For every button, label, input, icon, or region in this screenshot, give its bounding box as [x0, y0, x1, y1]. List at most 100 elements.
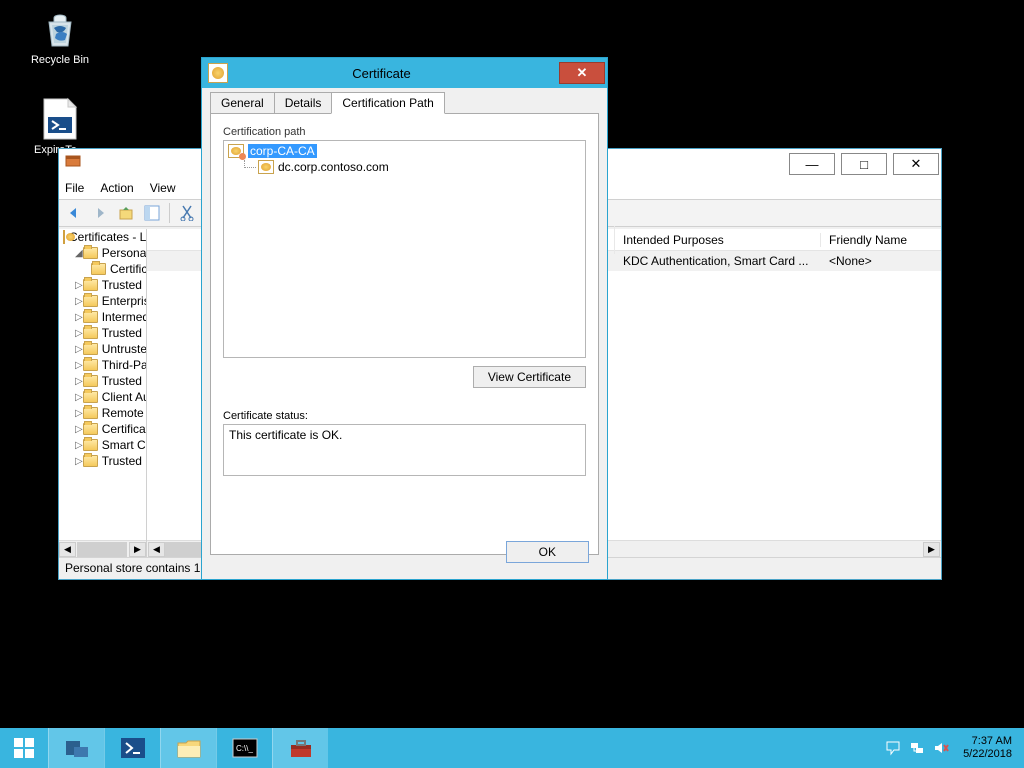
folder-icon: [83, 423, 98, 435]
tree-node[interactable]: ▷Trusted Root Cer: [59, 277, 146, 293]
expand-icon[interactable]: ▷: [75, 376, 83, 387]
tree-node[interactable]: ▷ Untrusted Certific: [59, 341, 146, 357]
folder-icon: [83, 327, 98, 339]
tree-node[interactable]: ▷ Intermediate Cer: [59, 309, 146, 325]
cut-button[interactable]: [176, 202, 198, 224]
expand-icon[interactable]: ▷: [75, 360, 83, 371]
tree-node[interactable]: ▷Client Authentica: [59, 389, 146, 405]
certificate-icon: [258, 160, 274, 174]
tree-label: Untrusted Certific: [102, 342, 147, 356]
action-center-icon[interactable]: [885, 740, 901, 756]
expand-icon[interactable]: ▷: [75, 344, 83, 355]
tree-horizontal-scrollbar[interactable]: ◀ ▶: [59, 540, 146, 557]
collapse-icon[interactable]: ◢: [75, 248, 83, 259]
volume-muted-icon[interactable]: [933, 740, 949, 756]
tree-node[interactable]: ▷Trusted Publisher: [59, 325, 146, 341]
tree-personal[interactable]: ◢ Personal: [59, 245, 146, 261]
tree-node[interactable]: ▷Third-Party Root: [59, 357, 146, 373]
tab-certification-path[interactable]: Certification Path: [331, 92, 444, 114]
view-certificate-button[interactable]: View Certificate: [473, 366, 586, 388]
system-tray: 7:37 AM 5/22/2018: [885, 728, 1024, 768]
tab-panel-certification-path: Certification path corp-CA-CA dc.corp.co…: [210, 113, 599, 555]
expand-icon[interactable]: ▷: [75, 328, 83, 339]
certificate-icon: [208, 63, 228, 83]
taskbar-explorer[interactable]: [160, 728, 216, 768]
expand-icon[interactable]: ▷: [75, 296, 83, 307]
tree-certificates[interactable]: Certificates: [59, 261, 146, 277]
windows-logo-icon: [14, 738, 34, 758]
taskbar-mmc[interactable]: [272, 728, 328, 768]
expand-icon[interactable]: ▷: [75, 280, 83, 291]
taskbar-powershell[interactable]: [104, 728, 160, 768]
certificate-dialog-titlebar[interactable]: Certificate ✕: [202, 58, 607, 88]
forward-button[interactable]: [89, 202, 111, 224]
back-button[interactable]: [63, 202, 85, 224]
desktop-icon-recycle-bin[interactable]: Recycle Bin: [22, 8, 98, 66]
folder-icon: [83, 439, 98, 451]
col-intended-purposes[interactable]: Intended Purposes: [615, 233, 821, 247]
cert-chain-leaf[interactable]: dc.corp.contoso.com: [226, 159, 583, 175]
maximize-button[interactable]: □: [841, 153, 887, 175]
show-hide-tree-button[interactable]: [141, 202, 163, 224]
cert-chain-label: dc.corp.contoso.com: [278, 160, 389, 174]
scroll-thumb[interactable]: [77, 542, 127, 557]
recycle-bin-icon: [39, 8, 81, 50]
tab-general[interactable]: General: [210, 92, 275, 113]
scroll-right-icon[interactable]: ▶: [129, 542, 146, 557]
menu-file[interactable]: File: [65, 181, 84, 195]
scroll-left-icon[interactable]: ◀: [148, 542, 165, 557]
folder-icon: [83, 375, 98, 387]
up-button[interactable]: [115, 202, 137, 224]
powershell-file-icon: [39, 98, 81, 140]
expand-icon[interactable]: ▷: [75, 392, 83, 403]
tree-label: Intermediate Cer: [102, 310, 147, 324]
file-explorer-icon: [175, 736, 203, 760]
folder-icon: [83, 407, 98, 419]
tab-details[interactable]: Details: [274, 92, 333, 113]
expand-icon[interactable]: ▷: [75, 408, 83, 419]
folder-icon: [83, 247, 98, 259]
scroll-left-icon[interactable]: ◀: [59, 542, 76, 557]
menu-action[interactable]: Action: [100, 181, 133, 195]
tree-node[interactable]: ▷Smart Card Trust: [59, 437, 146, 453]
close-button[interactable]: ✕: [559, 62, 605, 84]
tree-label: Certificates - Local C: [69, 230, 147, 244]
tree-node[interactable]: ▷ Certificate Enroll: [59, 421, 146, 437]
taskbar-cmd[interactable]: C:\\_: [216, 728, 272, 768]
mmc-app-icon: [65, 153, 81, 174]
tree-node[interactable]: ▷Remote Desktop: [59, 405, 146, 421]
minimize-button[interactable]: —: [789, 153, 835, 175]
toolbox-icon: [287, 736, 315, 760]
expand-icon[interactable]: ▷: [75, 424, 83, 435]
close-button[interactable]: ✕: [893, 153, 939, 175]
certificate-status-box: This certificate is OK.: [223, 424, 586, 476]
tabs: General Details Certification Path: [210, 92, 599, 113]
mmc-tree[interactable]: Certificates - Local C ◢ Personal Certif…: [59, 229, 147, 557]
tree-root[interactable]: Certificates - Local C: [59, 229, 146, 245]
taskbar: C:\\_ 7:37 AM 5/22/2018: [0, 728, 1024, 768]
expand-icon[interactable]: ▷: [75, 440, 83, 451]
col-friendly-name[interactable]: Friendly Name: [821, 233, 941, 247]
tree-label: Certificate Enroll: [102, 422, 147, 436]
cert-chain-root[interactable]: corp-CA-CA: [226, 143, 583, 159]
folder-icon: [83, 311, 98, 323]
expand-icon[interactable]: ▷: [75, 312, 83, 323]
expand-icon[interactable]: ▷: [75, 456, 83, 467]
desktop-icon-label: Recycle Bin: [22, 54, 98, 66]
network-icon[interactable]: [909, 740, 925, 756]
cell-friendly: <None>: [821, 254, 941, 268]
ok-button[interactable]: OK: [506, 541, 589, 563]
tree-node[interactable]: ▷Enterprise Trust: [59, 293, 146, 309]
certification-path-tree[interactable]: corp-CA-CA dc.corp.contoso.com: [223, 140, 586, 358]
svg-text:C:\\_: C:\\_: [236, 744, 253, 753]
tree-node[interactable]: ▷Trusted Devices: [59, 453, 146, 469]
taskbar-server-manager[interactable]: [48, 728, 104, 768]
certification-path-label: Certification path: [223, 126, 586, 138]
tree-node[interactable]: ▷Trusted People: [59, 373, 146, 389]
tree-connector-icon: [244, 160, 256, 168]
scroll-right-icon[interactable]: ▶: [923, 542, 940, 557]
menu-view[interactable]: View: [150, 181, 176, 195]
taskbar-clock[interactable]: 7:37 AM 5/22/2018: [957, 735, 1018, 761]
start-button[interactable]: [0, 728, 48, 768]
certificate-status-label: Certificate status:: [223, 410, 586, 422]
